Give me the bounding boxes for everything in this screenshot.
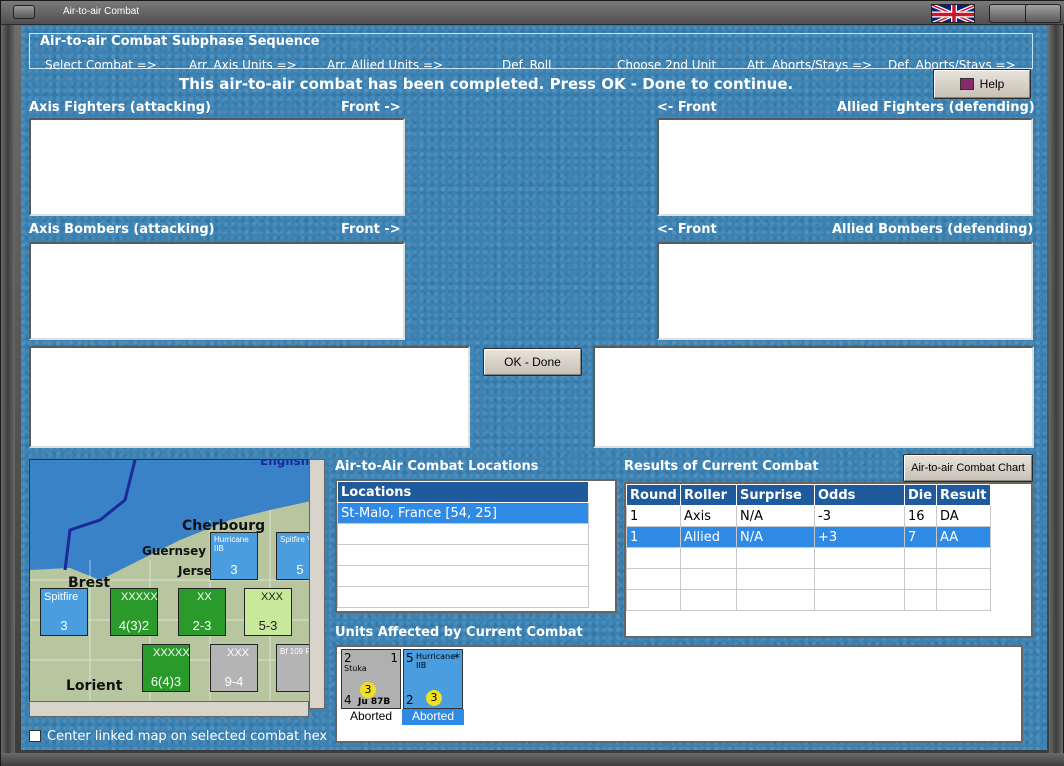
locations-list[interactable]: Locations St-Malo, France [54, 25] — [335, 479, 617, 613]
unit-status-label: Aborted — [349, 709, 393, 723]
axis-bombers-front: Front -> — [341, 222, 401, 237]
subphase-sequence-title: Air-to-air Combat Subphase Sequence — [40, 34, 320, 49]
bottom-border — [1, 753, 1064, 766]
map-vertical-scrollbar[interactable] — [309, 459, 325, 709]
allied-bombers-box[interactable] — [657, 242, 1033, 340]
locations-title: Air-to-Air Combat Locations — [335, 459, 539, 474]
col-result: Result — [936, 484, 991, 506]
col-round: Round — [626, 484, 681, 506]
map-horizontal-scrollbar[interactable] — [29, 701, 309, 717]
application-window: Air-to-air Combat Air-to-air Combat Subp… — [0, 0, 1064, 766]
allied-bombers-label: Allied Bombers (defending) — [832, 222, 1034, 237]
center-map-checkbox-row[interactable]: Center linked map on selected combat hex — [29, 727, 329, 745]
axis-fighters-front: Front -> — [341, 100, 401, 115]
allied-bombers-front: <- Front — [657, 222, 717, 237]
table-row[interactable]: 1 Axis N/A -3 16 DA — [626, 505, 991, 527]
axis-bombers-label: Axis Bombers (attacking) — [29, 222, 215, 237]
help-book-icon — [959, 78, 974, 90]
allied-fighters-label: Allied Fighters (defending) — [837, 100, 1035, 115]
map-label-guernsey: Guernsey — [142, 544, 207, 558]
col-surprise: Surprise — [736, 484, 815, 506]
center-map-checkbox-label: Center linked map on selected combat hex — [47, 728, 328, 744]
axis-info-box — [29, 346, 470, 448]
left-border — [1, 25, 15, 755]
map-counter[interactable]: XX 2-3 — [178, 588, 226, 636]
allied-fighters-box[interactable] — [657, 118, 1033, 216]
title-bar: Air-to-air Combat — [1, 1, 1064, 25]
window-restore-button[interactable] — [989, 4, 1029, 23]
strength-badge: 3 — [426, 690, 442, 706]
allied-fighters-front: <- Front — [657, 100, 717, 115]
results-grid: Round Roller Surprise Odds Die Result 1 … — [624, 482, 1033, 638]
results-title: Results of Current Combat — [624, 459, 819, 474]
linked-map[interactable]: English Cherbourg Guernsey Jersey Brest … — [29, 459, 315, 709]
step-choose-2nd-unit: Choose 2nd Unit — [617, 58, 717, 72]
step-arrange-axis: Arr. Axis Units => — [189, 58, 297, 72]
map-counter[interactable]: XXXXX 4(3)2 — [110, 588, 158, 636]
window-close-button[interactable] — [1025, 4, 1061, 23]
help-label: Help — [979, 77, 1005, 91]
map-counter[interactable]: XXX 9-4 — [210, 644, 258, 692]
dialog-content: Air-to-air Combat Subphase Sequence Sele… — [21, 26, 1047, 750]
map-counter[interactable]: XXXXX 6(4)3 — [142, 644, 190, 692]
step-arrange-allied: Arr. Allied Units => — [327, 58, 444, 72]
allied-info-box — [593, 346, 1034, 448]
strength-badge: 3 — [360, 682, 376, 698]
map-counter[interactable]: XXX 5-3 — [244, 588, 292, 636]
axis-fighters-label: Axis Fighters (attacking) — [29, 100, 211, 115]
air-combat-chart-button[interactable]: Air-to-air Combat Chart — [903, 454, 1033, 482]
map-counter[interactable]: Spitfire 3 — [40, 588, 88, 636]
unit-status-label: Aborted — [402, 709, 464, 725]
system-menu-icon[interactable] — [13, 5, 35, 19]
map-label-english: English — [260, 459, 310, 468]
units-affected-box: 2 1 Stuka 3 4 Ju 87B Aborted 5 * Hurrica… — [335, 645, 1023, 743]
window-title: Air-to-air Combat — [63, 6, 140, 17]
locations-header: Locations — [337, 481, 589, 503]
status-message: This air-to-air combat has been complete… — [179, 75, 794, 93]
step-attacker-aborts: Att. Aborts/Stays => — [747, 58, 873, 72]
map-label-lorient: Lorient — [66, 678, 123, 694]
right-border — [1049, 25, 1063, 755]
col-die: Die — [904, 484, 937, 506]
unit-counter-hurricane[interactable]: 5 * Hurricane IIB 3 2 — [403, 649, 463, 709]
ok-done-button[interactable]: OK - Done — [483, 348, 582, 376]
location-row[interactable]: St-Malo, France [54, 25] — [337, 502, 589, 524]
axis-bombers-box[interactable] — [29, 242, 405, 340]
step-select-combat: Select Combat => — [45, 58, 157, 72]
help-button[interactable]: Help — [933, 69, 1031, 99]
unit-counter-ju87b[interactable]: 2 1 Stuka 3 4 Ju 87B — [341, 649, 401, 709]
center-map-checkbox[interactable] — [29, 730, 41, 742]
units-affected-title: Units Affected by Current Combat — [335, 625, 583, 640]
map-counter[interactable]: Hurricane IIB 3 — [210, 532, 258, 580]
col-odds: Odds — [814, 484, 905, 506]
col-roller: Roller — [680, 484, 737, 506]
subphase-sequence-panel: Air-to-air Combat Subphase Sequence Sele… — [29, 33, 1033, 72]
uk-flag-icon — [931, 4, 975, 23]
table-row[interactable]: 1 Allied N/A +3 7 AA — [626, 526, 991, 548]
step-defender-roll: Def. Roll — [502, 58, 552, 72]
axis-fighters-box[interactable] — [29, 118, 405, 216]
